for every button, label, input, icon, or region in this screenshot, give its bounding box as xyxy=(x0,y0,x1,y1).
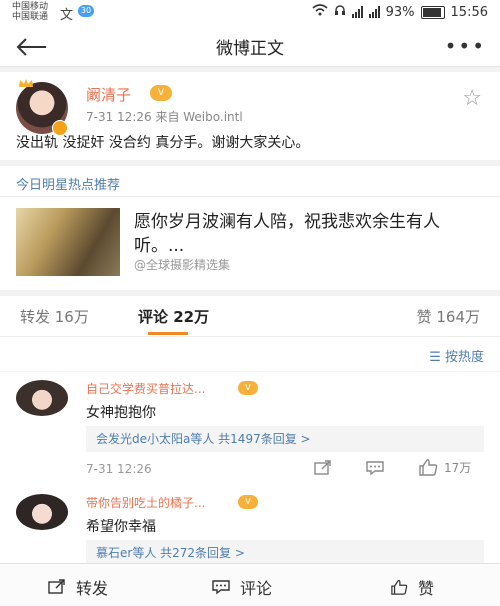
notification-badge: 30 xyxy=(78,5,94,17)
post-text: 没出轨 没捉奸 没合约 真分手。谢谢大家关心。 xyxy=(16,135,310,151)
status-bar: 中国移动 中国联通 文 30 93% 15:56 xyxy=(0,0,500,26)
signal-strength-icon-2 xyxy=(368,6,380,18)
like-label: 赞 xyxy=(418,579,435,598)
post-meta: 7-31 12:26 来自 Weibo.intl xyxy=(86,110,243,124)
post-card: 阚清子 V 7-31 12:26 来自 Weibo.intl ☆ 没出轨 没捉奸… xyxy=(0,72,500,160)
page-title: 微博正文 xyxy=(216,39,284,59)
commenter-name[interactable]: 自己交学费买普拉达... xyxy=(86,380,205,397)
carrier-name-2: 中国联通 xyxy=(12,12,49,22)
headphone-icon xyxy=(334,4,346,20)
tab-comment[interactable]: 评论 22万 xyxy=(138,306,209,327)
comment-item: 带你告别吃土的橘子... V 希望你幸福 慕石er等人 共272条回复 > xyxy=(0,486,500,566)
author-name[interactable]: 阚清子 xyxy=(86,84,131,105)
like-count: 17万 xyxy=(444,460,472,475)
comment-icon[interactable] xyxy=(366,460,384,479)
repost-icon[interactable] xyxy=(314,460,332,479)
more-menu-button[interactable]: ••• xyxy=(445,34,486,58)
vip-badge: V xyxy=(238,495,258,509)
repost-button[interactable]: 转发 xyxy=(48,575,108,599)
commenter-avatar[interactable] xyxy=(16,380,68,416)
wifi-icon xyxy=(312,4,328,20)
comment-text: 希望你幸福 xyxy=(86,519,156,535)
clock: 15:56 xyxy=(450,4,488,20)
hot-headline: 愿你岁月波澜有人陪，祝我悲欢余生有人听。... xyxy=(134,212,440,256)
thumbs-up-icon xyxy=(419,459,438,476)
bottom-action-bar: 转发 评论 赞 xyxy=(0,563,500,606)
comment-button[interactable]: 评论 xyxy=(212,575,272,599)
signal-strength-icon xyxy=(351,6,363,18)
repost-label: 转发 xyxy=(76,579,109,598)
sort-label: 按热度 xyxy=(444,350,484,365)
sort-icon: ☰ xyxy=(429,350,445,365)
repost-icon xyxy=(48,579,65,594)
vip-badge: V xyxy=(238,381,258,395)
comment-text: 女神抱抱你 xyxy=(86,405,156,421)
favorite-star-icon[interactable]: ☆ xyxy=(462,86,482,111)
tab-like[interactable]: 赞 164万 xyxy=(417,306,480,327)
nav-bar: 微博正文 ••• xyxy=(0,26,500,67)
comment-item: 自己交学费买普拉达... V 女神抱抱你 会发光de小太阳a等人 共1497条回… xyxy=(0,372,500,486)
tab-repost[interactable]: 转发 16万 xyxy=(20,306,89,327)
battery-icon xyxy=(420,5,445,19)
hot-section-title: 今日明星热点推荐 xyxy=(16,178,121,193)
hot-recommendation-card[interactable]: 今日明星热点推荐 愿你岁月波澜有人陪，祝我悲欢余生有人听。... @全球摄影精选… xyxy=(0,166,500,290)
replies-link[interactable]: 会发光de小太阳a等人 共1497条回复 > xyxy=(86,426,484,452)
engagement-tabs: 转发 16万 评论 22万 赞 164万 xyxy=(0,296,500,337)
comment-label: 评论 xyxy=(240,579,273,598)
carrier-info: 中国移动 中国联通 xyxy=(12,2,48,22)
like-button[interactable]: 17万 xyxy=(418,458,471,476)
like-button[interactable]: 赞 xyxy=(390,575,434,599)
battery-percent: 93% xyxy=(385,4,415,20)
notification-icon: 文 xyxy=(60,8,74,23)
divider xyxy=(0,196,500,197)
sort-by-hot-button[interactable]: ☰ 按热度 xyxy=(429,346,484,365)
hot-source: @全球摄影精选集 xyxy=(134,258,231,272)
comment-icon xyxy=(212,580,230,595)
active-tab-indicator xyxy=(148,332,188,335)
vip-badge: V xyxy=(150,85,172,101)
comment-time: 7-31 12:26 xyxy=(86,462,152,476)
crown-icon xyxy=(19,79,33,87)
commenter-avatar[interactable] xyxy=(16,494,68,530)
thumbs-up-icon xyxy=(391,579,408,595)
sort-row: ☰ 按热度 xyxy=(0,337,500,371)
hot-thumbnail-image xyxy=(16,208,120,276)
status-indicators: 93% 15:56 xyxy=(312,4,488,20)
carrier-name-1: 中国移动 xyxy=(12,2,49,12)
commenter-name[interactable]: 带你告别吃土的橘子... xyxy=(86,494,205,511)
